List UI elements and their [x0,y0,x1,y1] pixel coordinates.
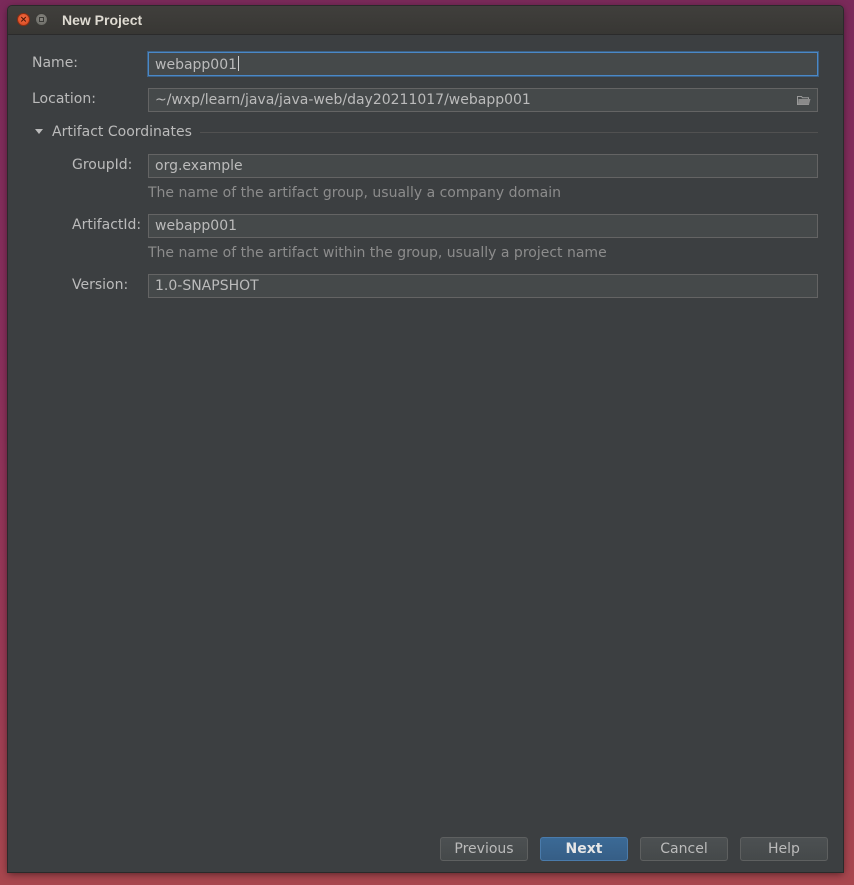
name-input-value: webapp001 [155,57,238,73]
version-input-value: 1.0-SNAPSHOT [155,278,259,294]
location-label: Location: [32,91,96,107]
previous-button[interactable]: Previous [440,837,528,861]
groupid-hint: The name of the artifact group, usually … [148,185,561,201]
groupid-input[interactable]: org.example [148,154,818,178]
version-label: Version: [72,277,129,293]
artifactid-label: ArtifactId: [72,217,142,233]
location-input-value: ~/wxp/learn/java/java-web/day20211017/we… [155,92,531,108]
cancel-button[interactable]: Cancel [640,837,728,861]
groupid-input-value: org.example [155,158,243,174]
artifactid-input-value: webapp001 [155,218,238,234]
text-caret [238,56,240,71]
groupid-label: GroupId: [72,157,133,173]
title-bar[interactable]: × New Project [8,6,843,35]
close-icon[interactable]: × [17,13,30,26]
location-input[interactable]: ~/wxp/learn/java/java-web/day20211017/we… [148,88,818,112]
name-label: Name: [32,55,79,71]
help-button[interactable]: Help [740,837,828,861]
minimize-icon[interactable] [35,13,48,26]
dialog-title: New Project [62,12,143,28]
folder-icon[interactable] [797,95,811,105]
version-input[interactable]: 1.0-SNAPSHOT [148,274,818,298]
artifactid-hint: The name of the artifact within the grou… [148,245,607,261]
name-input[interactable]: webapp001 [148,52,818,76]
next-button[interactable]: Next [540,837,628,861]
artifact-coordinates-toggle[interactable]: Artifact Coordinates [52,124,192,140]
chevron-down-icon[interactable] [35,129,43,134]
section-divider [200,132,818,133]
artifactid-input[interactable]: webapp001 [148,214,818,238]
new-project-dialog: × New Project Name: webapp001 Location: … [8,6,843,872]
